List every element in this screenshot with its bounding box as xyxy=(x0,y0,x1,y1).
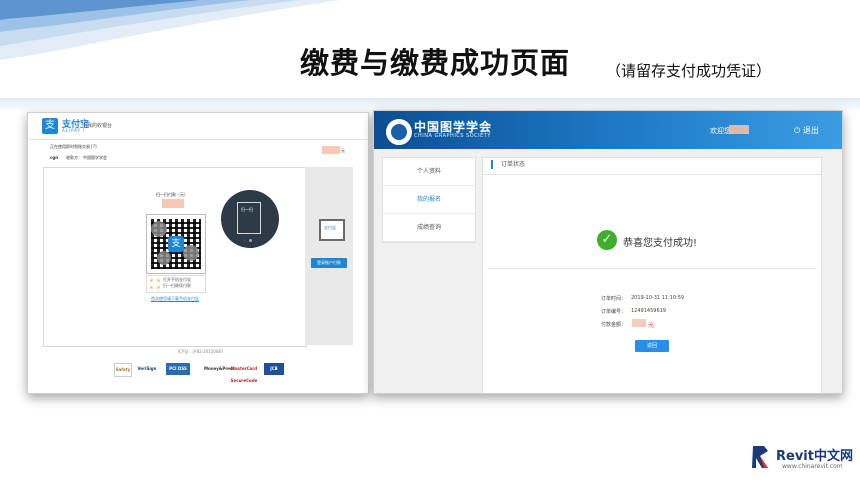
qr-code[interactable]: 支 xyxy=(146,214,206,274)
qr-payment-panel: 扫一扫付款（元） 支 打开手机支付宝 扫一扫继续付款 扫一扫 首次使用请下载手机… xyxy=(43,167,307,347)
amount-label: 付款金额： xyxy=(601,322,627,328)
order-time-label: 订单时间： xyxy=(601,296,627,302)
society-body: 个人资料 我的报名 成绩查询 订单状态 ✓ 恭喜您支付成功! 订单时间： 201… xyxy=(374,149,842,393)
scan-instructions: 打开手机支付宝 扫一扫继续付款 xyxy=(146,275,206,293)
order-number-label: 订单编号： xyxy=(601,309,627,315)
qr-amount-redacted xyxy=(162,199,184,208)
nav-item-profile[interactable]: 个人资料 xyxy=(383,158,475,186)
pc-label: 支付宝 xyxy=(324,225,336,230)
society-emblem-icon xyxy=(384,117,414,147)
amount-unit: 元 xyxy=(341,148,345,153)
cashier-title: 我的收银台 xyxy=(87,123,113,129)
username-redacted xyxy=(729,125,749,134)
qr-blur xyxy=(157,251,171,265)
order-description: 正在使用即时到账交易 [?] xyxy=(50,144,97,149)
carousel-dot xyxy=(249,239,252,242)
carousel-dot xyxy=(243,239,246,242)
success-divider xyxy=(487,268,817,269)
logout-label: 退出 xyxy=(802,126,819,135)
pc-payment-panel: 支付宝 登录账户付款 xyxy=(305,167,353,345)
payment-success-screenshot: 中国图学学会 CHINA GRAPHICS SOCIETY 欢迎您 ⏻ 退出 个… xyxy=(373,110,843,394)
success-message: 恭喜您支付成功! xyxy=(623,238,698,249)
order-number-value: 12491459619 xyxy=(631,308,666,314)
scan-hint-line-2: 扫一扫继续付款 xyxy=(163,283,191,288)
decorative-wave xyxy=(0,0,340,60)
side-nav: 个人资料 我的报名 成绩查询 xyxy=(382,157,476,243)
slide-subtitle: （请留存支付成功凭证） xyxy=(606,62,772,80)
qr-blur xyxy=(183,245,199,261)
mastercard-badge: MasterCard SecureCode xyxy=(230,366,258,383)
check-icon: ✓ xyxy=(597,230,617,250)
tab-order-status[interactable]: 订单状态 xyxy=(491,160,525,169)
alipay-brand-en: ALIPAY xyxy=(62,128,82,133)
order-status-panel: 订单状态 ✓ 恭喜您支付成功! 订单时间： 2019-10-31 11:10:5… xyxy=(482,157,822,393)
alipay-logo-icon: 支 xyxy=(42,118,58,134)
nav-item-my-registration[interactable]: 我的报名 xyxy=(383,186,475,214)
phone-screen: 扫一扫 xyxy=(237,202,261,234)
slide: 缴费与缴费成功页面 （请留存支付成功凭证） 支 支付宝 ALIPAY 我的收银台… xyxy=(0,0,860,480)
alipay-payment-screenshot: 支 支付宝 ALIPAY 我的收银台 正在使用即时到账交易 [?] cgn 收款… xyxy=(27,112,369,394)
login-pay-button[interactable]: 登录账户付款 xyxy=(311,258,347,268)
return-button[interactable]: 返回 xyxy=(635,340,669,352)
money-press-badge: Money&Press xyxy=(204,366,235,371)
pci-badge: PCI DSS xyxy=(166,363,190,375)
download-alipay-link[interactable]: 首次使用请下载手机支付宝 xyxy=(151,296,199,302)
payee-name: 中国图学学会 xyxy=(83,155,107,160)
payee-abbr: cgn xyxy=(50,155,59,160)
alipay-center-icon: 支 xyxy=(168,236,184,252)
welcome-text: 欢迎您 xyxy=(710,127,731,135)
panel-divider xyxy=(483,174,821,175)
power-icon: ⏻ xyxy=(794,126,801,135)
phone-scan-label: 扫一扫 xyxy=(241,207,253,212)
computer-icon: 支付宝 xyxy=(319,219,345,241)
revit-logo-icon xyxy=(752,446,768,468)
amount-unit: 元 xyxy=(648,322,655,329)
society-name-en: CHINA GRAPHICS SOCIETY xyxy=(414,133,491,139)
header-separator xyxy=(83,120,84,132)
qr-amount-label: 扫一扫付款（元） xyxy=(156,192,188,197)
logout-button[interactable]: ⏻ 退出 xyxy=(794,125,819,136)
payee-label: 收款方： xyxy=(66,155,82,160)
amount-redacted xyxy=(322,146,340,154)
security-badge: Safety xyxy=(114,363,132,377)
slide-title: 缴费与缴费成功页面 xyxy=(300,46,571,80)
watermark-brand: Revit中文网 xyxy=(776,449,853,464)
scan-hint: 打开手机支付宝 扫一扫继续付款 xyxy=(163,277,191,289)
nav-item-score-query[interactable]: 成绩查询 xyxy=(383,214,475,242)
society-header: 中国图学学会 CHINA GRAPHICS SOCIETY 欢迎您 ⏻ 退出 xyxy=(374,111,842,149)
alipay-header: 支 支付宝 ALIPAY 我的收银台 xyxy=(28,113,368,140)
icp-footer: ICP证：沪B2-20150087 xyxy=(178,349,224,354)
order-time-value: 2019-10-31 11:10:59 xyxy=(631,295,685,301)
verisign-badge: VeriSign xyxy=(137,366,157,371)
jcb-badge: JCB J/Secure xyxy=(264,363,284,383)
amount-redacted xyxy=(632,319,646,327)
emblem-inner xyxy=(391,124,407,140)
scan-icon xyxy=(150,279,160,289)
watermark-url: www.chinarevit.com xyxy=(782,463,843,470)
qr-blur xyxy=(151,221,167,237)
